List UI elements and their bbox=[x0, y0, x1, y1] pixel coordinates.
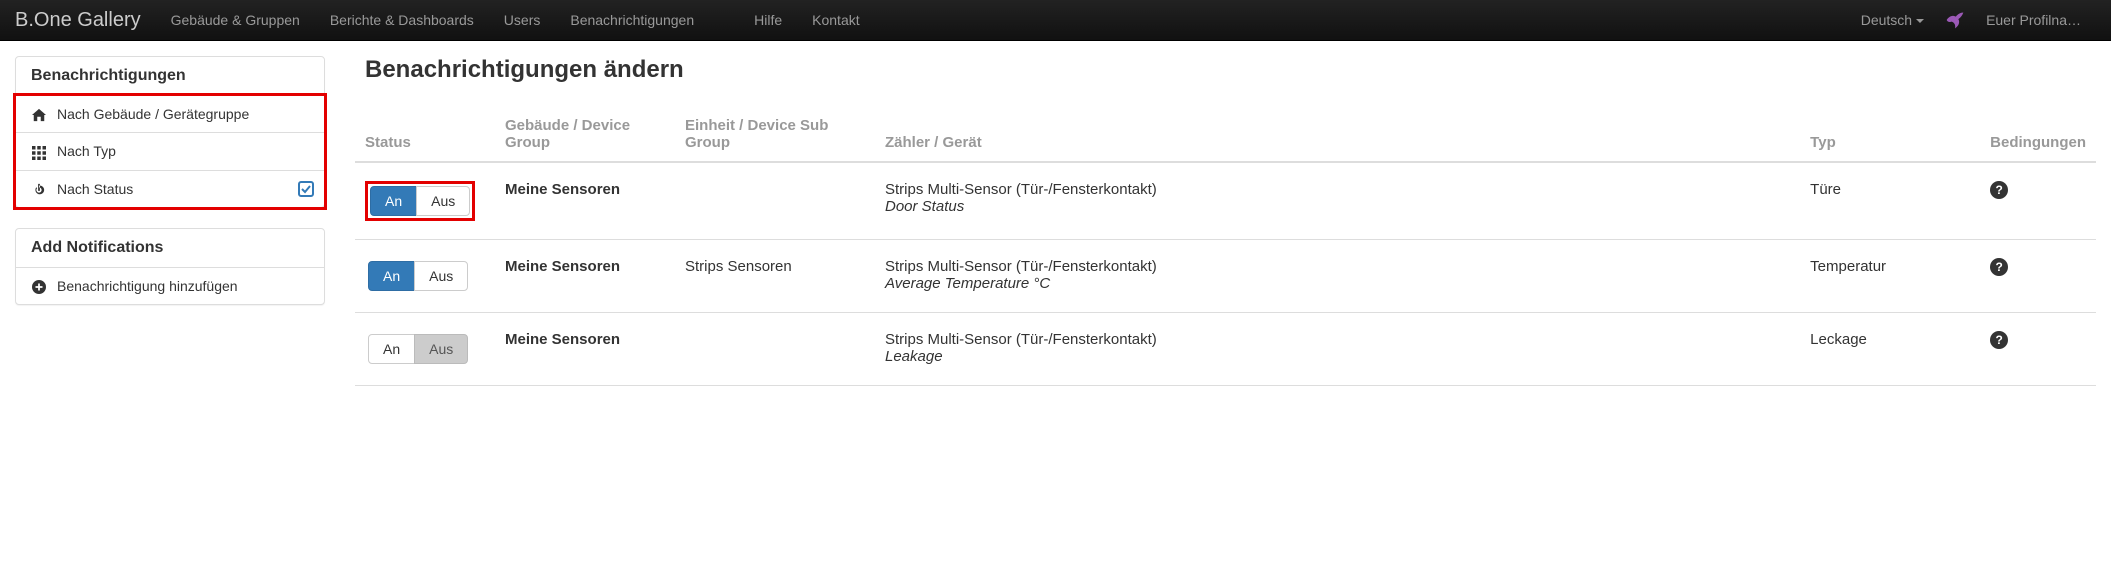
add-notification-label: Benachrichtigung hinzufügen bbox=[57, 278, 238, 294]
nav-help[interactable]: Hilfe bbox=[739, 1, 797, 39]
col-status: Status bbox=[355, 109, 495, 162]
device-sub: Leakage bbox=[885, 348, 943, 365]
profile-dropdown[interactable]: Euer Profilna… bbox=[1971, 1, 2096, 39]
nav-contact[interactable]: Kontakt bbox=[797, 1, 874, 39]
hummingbird-icon bbox=[1945, 10, 1965, 30]
notifications-table: Status Gebäude / Device Group Einheit / … bbox=[355, 109, 2096, 386]
cell-type: Türe bbox=[1800, 162, 1980, 240]
col-type: Typ bbox=[1800, 109, 1980, 162]
sidebar-panel-notifications: Benachrichtigungen Nach Gebäude / Geräte… bbox=[15, 56, 325, 208]
language-label: Deutsch bbox=[1861, 12, 1912, 28]
toggle-off-button[interactable]: Aus bbox=[416, 186, 470, 216]
cell-device: Strips Multi-Sensor (Tür-/Fensterkontakt… bbox=[875, 162, 1800, 240]
cell-cond: ? bbox=[1980, 313, 2096, 386]
help-icon[interactable]: ? bbox=[1990, 331, 2008, 349]
help-icon[interactable]: ? bbox=[1990, 181, 2008, 199]
sidebar-item-label: Nach Typ bbox=[57, 143, 116, 159]
sidebar-panel-add-title: Add Notifications bbox=[16, 229, 324, 268]
cell-group: Meine Sensoren bbox=[495, 240, 675, 313]
cell-cond: ? bbox=[1980, 162, 2096, 240]
language-dropdown[interactable]: Deutsch bbox=[1846, 1, 1939, 39]
col-subgroup: Einheit / Device Sub Group bbox=[675, 109, 875, 162]
status-toggle[interactable]: AnAus bbox=[368, 261, 468, 291]
cell-subgroup bbox=[675, 162, 875, 240]
cell-subgroup bbox=[675, 313, 875, 386]
sidebar: Benachrichtigungen Nach Gebäude / Geräte… bbox=[15, 56, 325, 325]
toggle-on-button[interactable]: An bbox=[370, 186, 417, 216]
chevron-down-icon bbox=[1916, 19, 1924, 23]
table-row: AnAus Meine Sensoren Strips Multi-Sensor (… bbox=[355, 313, 2096, 386]
sidebar-panel-add: Add Notifications Benachrichtigung hinzu… bbox=[15, 228, 325, 305]
col-cond: Bedingungen bbox=[1980, 109, 2096, 162]
sidebar-item-label: Nach Status bbox=[57, 181, 133, 197]
nav-reports[interactable]: Berichte & Dashboards bbox=[315, 1, 489, 39]
toggle-off-button[interactable]: Aus bbox=[414, 261, 468, 291]
toggle-wrap: AnAus bbox=[365, 181, 475, 221]
nav-users[interactable]: Users bbox=[489, 1, 556, 39]
sidebar-panel-title: Benachrichtigungen bbox=[16, 57, 324, 96]
profile-label: Euer Profilna… bbox=[1986, 12, 2081, 28]
table-row: AnAus Meine SensorenStrips SensorenStrips… bbox=[355, 240, 2096, 313]
grid-icon bbox=[31, 143, 47, 159]
top-navbar: B.One Gallery Gebäude & Gruppen Berichte… bbox=[0, 0, 2111, 41]
status-toggle[interactable]: AnAus bbox=[368, 334, 468, 364]
power-icon bbox=[31, 181, 47, 197]
home-icon bbox=[31, 106, 47, 122]
nav-notifications[interactable]: Benachrichtigungen bbox=[555, 1, 709, 39]
toggle-on-button[interactable]: An bbox=[368, 334, 415, 364]
sidebar-item-home[interactable]: Nach Gebäude / Gerätegruppe bbox=[16, 96, 324, 132]
main-content: Benachrichtigungen ändern Status Gebäude… bbox=[355, 56, 2096, 386]
cell-cond: ? bbox=[1980, 240, 2096, 313]
toggle-wrap: AnAus bbox=[365, 258, 471, 294]
cell-device: Strips Multi-Sensor (Tür-/Fensterkontakt… bbox=[875, 240, 1800, 313]
cell-subgroup: Strips Sensoren bbox=[675, 240, 875, 313]
status-toggle[interactable]: AnAus bbox=[370, 186, 470, 216]
help-icon[interactable]: ? bbox=[1990, 258, 2008, 276]
check-icon bbox=[298, 180, 314, 197]
cell-type: Leckage bbox=[1800, 313, 1980, 386]
toggle-on-button[interactable]: An bbox=[368, 261, 415, 291]
cell-type: Temperatur bbox=[1800, 240, 1980, 313]
toggle-wrap: AnAus bbox=[365, 331, 471, 367]
nav-buildings[interactable]: Gebäude & Gruppen bbox=[156, 1, 315, 39]
sidebar-item-power[interactable]: Nach Status bbox=[16, 170, 324, 207]
device-sub: Door Status bbox=[885, 198, 964, 215]
sidebar-item-grid[interactable]: Nach Typ bbox=[16, 132, 324, 169]
toggle-off-button[interactable]: Aus bbox=[414, 334, 468, 364]
add-notification-button[interactable]: Benachrichtigung hinzufügen bbox=[16, 268, 324, 304]
sidebar-nav-list: Nach Gebäude / Gerätegruppe Nach Typ Nach … bbox=[13, 93, 327, 210]
table-row: AnAus Meine Sensoren Strips Multi-Sensor (… bbox=[355, 162, 2096, 240]
sidebar-item-label: Nach Gebäude / Gerätegruppe bbox=[57, 106, 249, 122]
col-group: Gebäude / Device Group bbox=[495, 109, 675, 162]
col-device: Zähler / Gerät bbox=[875, 109, 1800, 162]
cell-device: Strips Multi-Sensor (Tür-/Fensterkontakt… bbox=[875, 313, 1800, 386]
page-title: Benachrichtigungen ändern bbox=[355, 56, 2096, 84]
device-sub: Average Temperature °C bbox=[885, 275, 1050, 292]
cell-group: Meine Sensoren bbox=[495, 162, 675, 240]
cell-group: Meine Sensoren bbox=[495, 313, 675, 386]
brand[interactable]: B.One Gallery bbox=[15, 9, 156, 32]
plus-icon bbox=[31, 278, 47, 294]
